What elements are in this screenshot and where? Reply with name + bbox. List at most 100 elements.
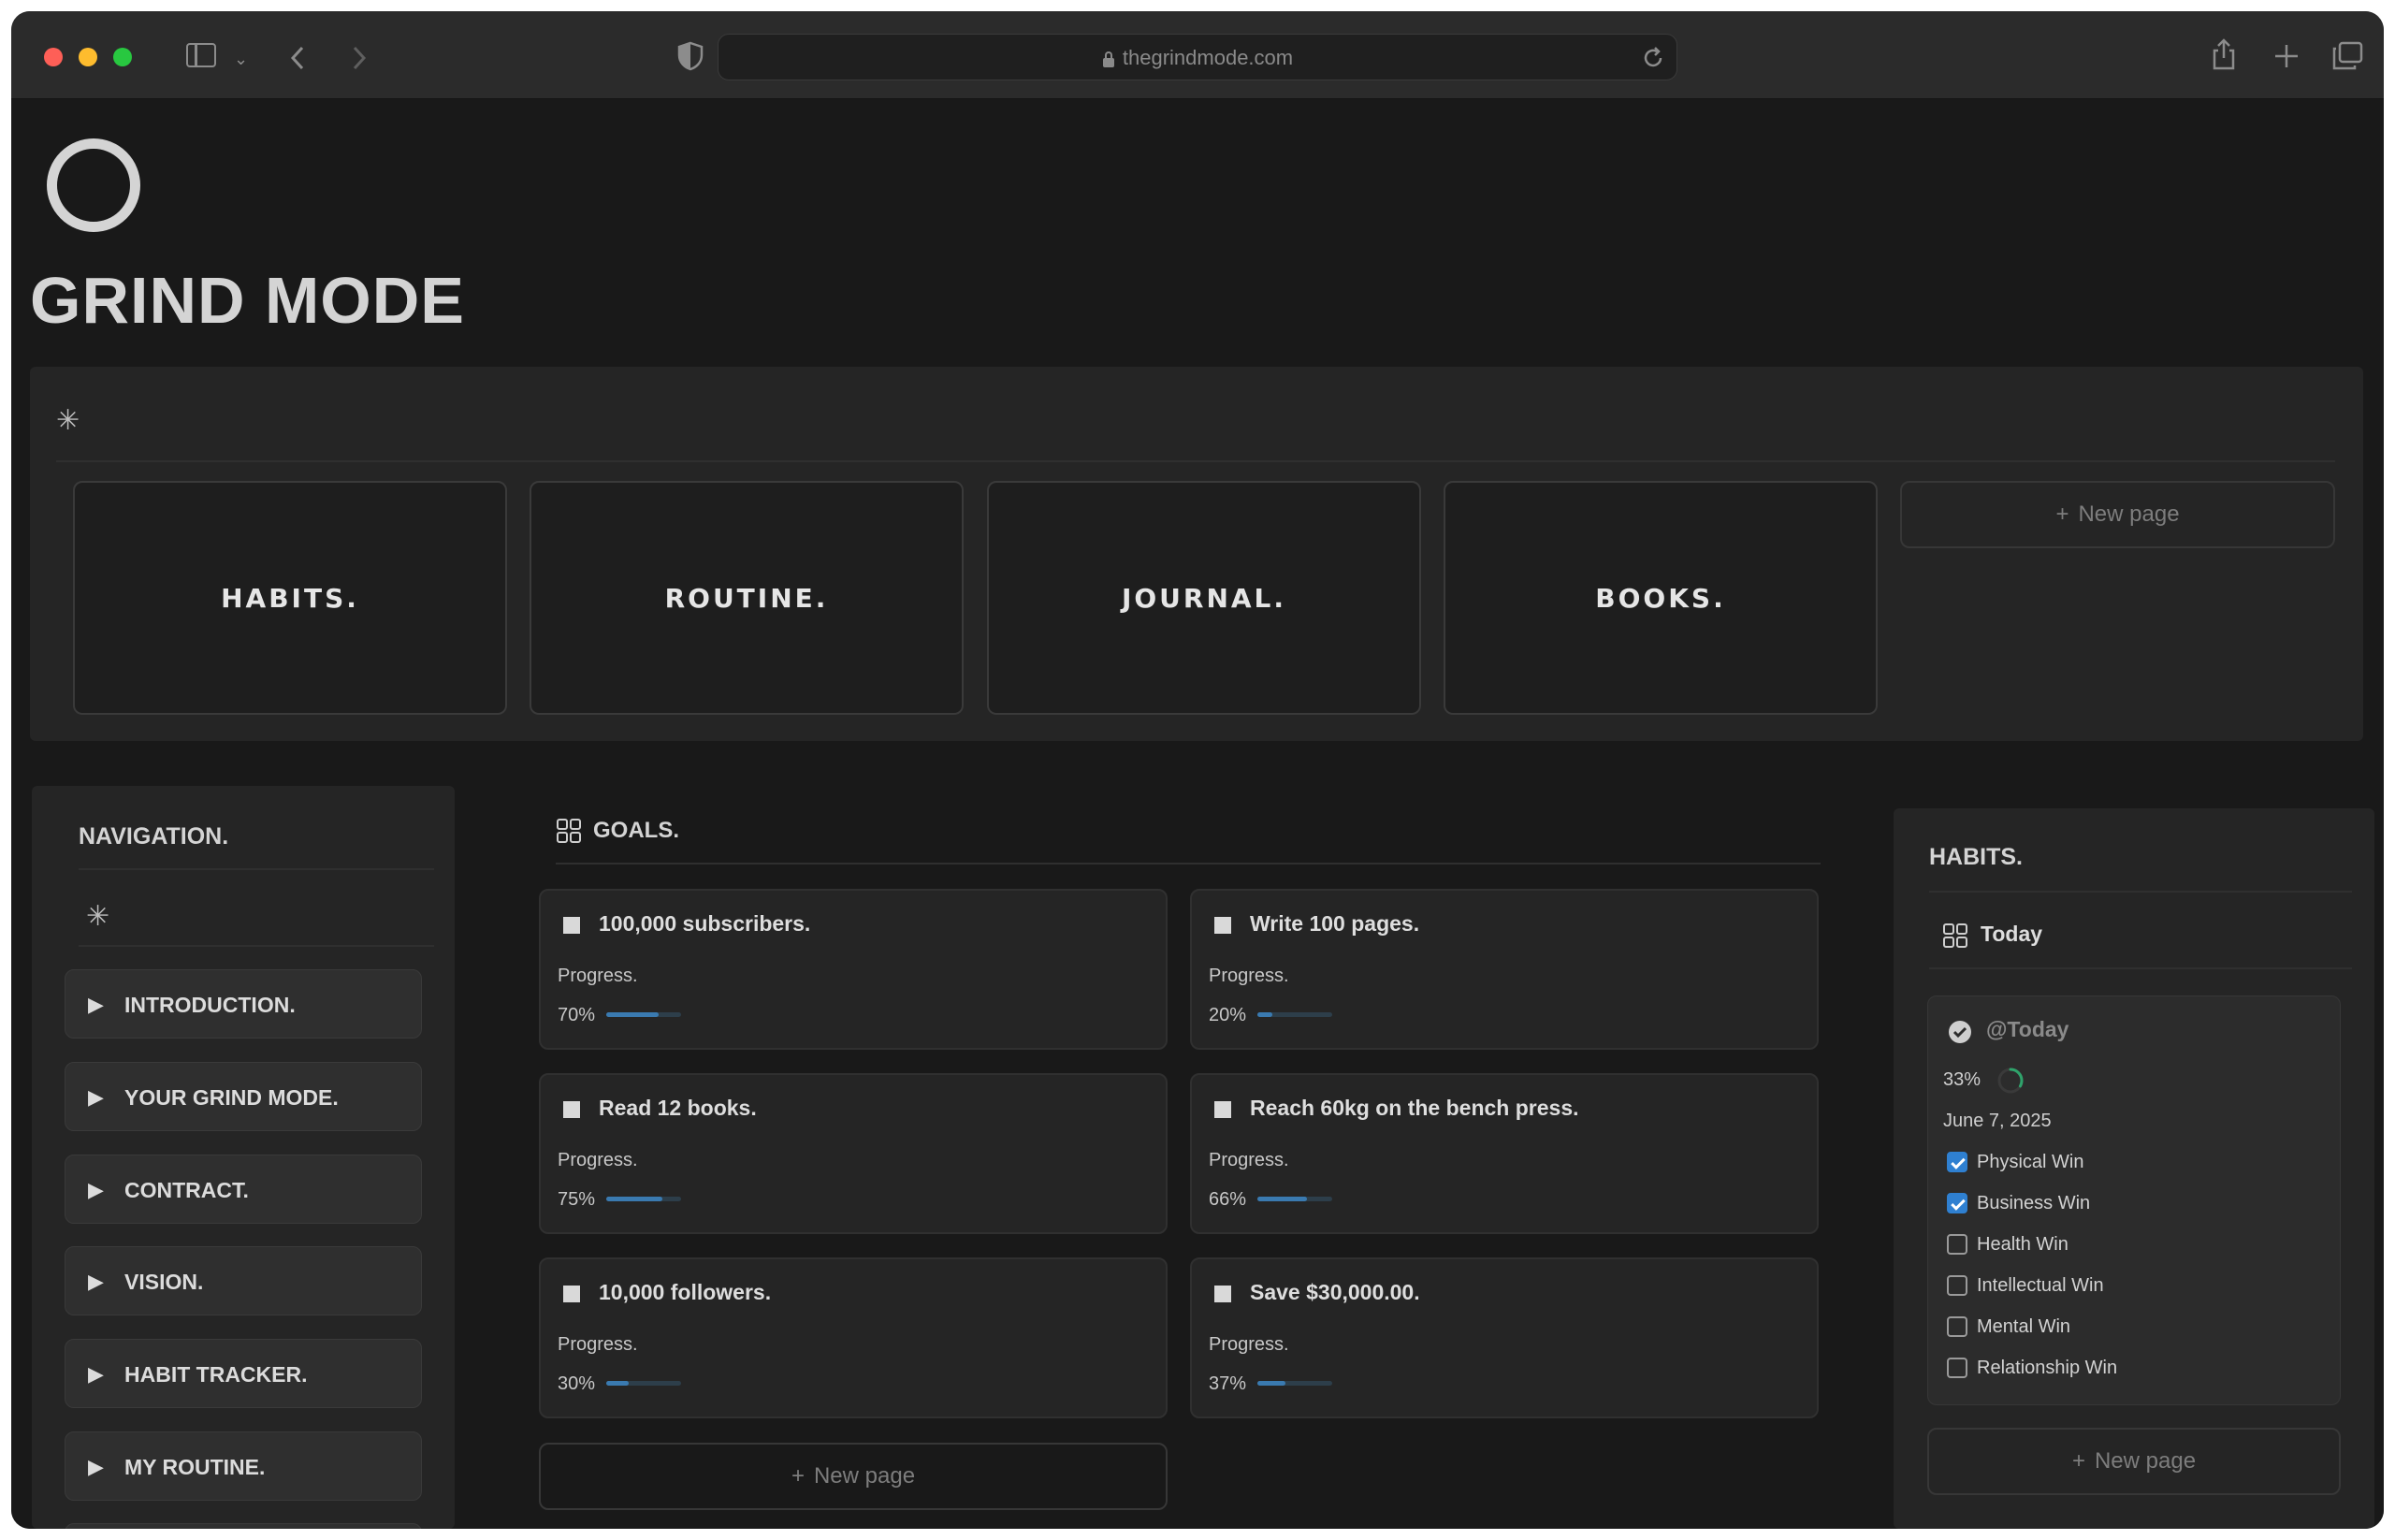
page-content: GRIND MODE ✳ HABITS. ROUTINE. JOURNAL. B… bbox=[11, 99, 2384, 1529]
goal-progress-label: Progress. bbox=[1209, 966, 1289, 986]
goal-card[interactable]: Reach 60kg on the bench press. Progress.… bbox=[1190, 1073, 1819, 1234]
habit-check-row[interactable]: Physical Win bbox=[1928, 1150, 2340, 1178]
checkbox[interactable] bbox=[1947, 1275, 1967, 1296]
progress-ring bbox=[1997, 1068, 2024, 1094]
gallery-section: ✳ HABITS. ROUTINE. JOURNAL. BOOKS. + New… bbox=[30, 367, 2363, 741]
reload-icon[interactable] bbox=[1641, 46, 1665, 70]
checkbox[interactable] bbox=[1947, 1152, 1967, 1172]
goal-progress-fill bbox=[1257, 1197, 1307, 1201]
habits-view-tab-today[interactable]: Today bbox=[1981, 922, 2042, 947]
gallery-card-books[interactable]: BOOKS. bbox=[1444, 481, 1878, 715]
nav-toggle-label: VISION. bbox=[124, 1270, 204, 1294]
checkbox[interactable] bbox=[1947, 1316, 1967, 1337]
goal-progress-bar bbox=[606, 1012, 681, 1017]
habit-date: June 7, 2025 bbox=[1943, 1111, 2052, 1131]
page-square-icon bbox=[1214, 1286, 1231, 1302]
goal-progress-label: Progress. bbox=[558, 1150, 638, 1170]
goal-percent: 20% bbox=[1209, 1005, 1247, 1025]
navigation-subdivider bbox=[79, 945, 434, 947]
goal-percent: 70% bbox=[558, 1005, 596, 1025]
gallery-new-page-button[interactable]: + New page bbox=[1900, 481, 2335, 548]
habit-check-row[interactable]: Intellectual Win bbox=[1928, 1273, 2340, 1301]
gallery-divider bbox=[56, 460, 2335, 462]
habit-check-row[interactable]: Relationship Win bbox=[1928, 1356, 2340, 1384]
goal-progress-bar bbox=[606, 1381, 681, 1386]
page-title: GRIND MODE bbox=[30, 264, 465, 337]
page-square-icon bbox=[1214, 917, 1231, 934]
habit-label: Relationship Win bbox=[1977, 1358, 2118, 1378]
nav-toggle-contract[interactable]: ▶ CONTRACT. bbox=[65, 1155, 422, 1224]
habits-view-divider bbox=[1929, 967, 2352, 969]
habit-check-row[interactable]: Business Win bbox=[1928, 1191, 2340, 1219]
goal-progress-label: Progress. bbox=[558, 1334, 638, 1355]
triangle-right-icon: ▶ bbox=[88, 1178, 104, 1201]
gallery-card-routine[interactable]: ROUTINE. bbox=[530, 481, 964, 715]
gallery-view-icon bbox=[1943, 923, 1967, 948]
goal-card[interactable]: 10,000 followers. Progress. 30% bbox=[539, 1257, 1168, 1418]
forward-arrow-icon[interactable] bbox=[350, 45, 369, 71]
nav-toggle-introduction[interactable]: ▶ INTRODUCTION. bbox=[65, 969, 422, 1039]
habit-label: Intellectual Win bbox=[1977, 1275, 2104, 1296]
back-arrow-icon[interactable] bbox=[288, 45, 307, 71]
goal-percent: 75% bbox=[558, 1189, 596, 1210]
navigation-panel: NAVIGATION. ✳ ▶ INTRODUCTION. ▶ YOUR GRI… bbox=[32, 786, 455, 1529]
plus-icon: + bbox=[2055, 501, 2069, 527]
goal-progress-label: Progress. bbox=[1209, 1150, 1289, 1170]
triangle-right-icon: ▶ bbox=[88, 1362, 104, 1386]
chevron-down-icon[interactable]: ⌄ bbox=[234, 45, 248, 73]
goal-progress-bar bbox=[1257, 1381, 1332, 1386]
goal-progress-bar bbox=[606, 1197, 681, 1201]
address-bar[interactable]: thegrindmode.com bbox=[718, 34, 1677, 80]
habit-check-row[interactable]: Health Win bbox=[1928, 1232, 2340, 1260]
nav-toggle-habit-tracker[interactable]: ▶ HABIT TRACKER. bbox=[65, 1339, 422, 1408]
minimize-window-button[interactable] bbox=[79, 48, 97, 66]
browser-toolbar: ⌄ thegrindmode.com bbox=[11, 11, 2384, 99]
plus-icon: + bbox=[791, 1463, 805, 1489]
gallery-view-icon bbox=[557, 819, 581, 843]
page-circle-icon bbox=[47, 138, 140, 232]
habits-new-page-button[interactable]: + New page bbox=[1927, 1428, 2341, 1495]
nav-toggle-your-grind-mode[interactable]: ▶ YOUR GRIND MODE. bbox=[65, 1062, 422, 1131]
habit-percent: 33% bbox=[1943, 1069, 1981, 1090]
goal-name: 100,000 subscribers. bbox=[599, 911, 811, 936]
habit-label: Mental Win bbox=[1977, 1316, 2071, 1337]
nav-toggle-partial[interactable] bbox=[65, 1523, 422, 1529]
goals-title: GOALS. bbox=[593, 818, 680, 843]
gallery-card-journal[interactable]: JOURNAL. bbox=[987, 481, 1421, 715]
privacy-shield-icon[interactable] bbox=[677, 41, 704, 71]
goal-card[interactable]: 100,000 subscribers. Progress. 70% bbox=[539, 889, 1168, 1050]
tab-overview-icon[interactable] bbox=[2331, 41, 2363, 71]
habit-check-row[interactable]: Mental Win bbox=[1928, 1315, 2340, 1343]
page-square-icon bbox=[563, 1286, 580, 1302]
nav-toggle-my-routine[interactable]: ▶ MY ROUTINE. bbox=[65, 1431, 422, 1501]
nav-toggle-vision[interactable]: ▶ VISION. bbox=[65, 1246, 422, 1315]
page-square-icon bbox=[563, 917, 580, 934]
new-tab-icon[interactable] bbox=[2273, 43, 2300, 69]
navigation-divider bbox=[79, 868, 434, 870]
goal-card[interactable]: Write 100 pages. Progress. 20% bbox=[1190, 889, 1819, 1050]
goal-name: Write 100 pages. bbox=[1250, 911, 1420, 936]
goals-new-page-button[interactable]: + New page bbox=[539, 1443, 1168, 1510]
triangle-right-icon: ▶ bbox=[88, 1085, 104, 1109]
checkbox[interactable] bbox=[1947, 1358, 1967, 1378]
zoom-window-button[interactable] bbox=[113, 48, 132, 66]
new-page-label: New page bbox=[2094, 1448, 2197, 1474]
goal-progress-fill bbox=[1257, 1381, 1285, 1386]
sidebar-toggle-icon[interactable] bbox=[186, 43, 216, 67]
gallery-card-habits[interactable]: HABITS. bbox=[73, 481, 507, 715]
goal-card[interactable]: Read 12 books. Progress. 75% bbox=[539, 1073, 1168, 1234]
goal-card[interactable]: Save $30,000.00. Progress. 37% bbox=[1190, 1257, 1819, 1418]
habit-day-card[interactable]: @Today 33% June 7, 2025 Physical Win Bus… bbox=[1927, 995, 2341, 1405]
loading-spinner-icon: ✳ bbox=[56, 405, 80, 436]
checkbox[interactable] bbox=[1947, 1234, 1967, 1255]
close-window-button[interactable] bbox=[44, 48, 63, 66]
goal-percent: 30% bbox=[558, 1373, 596, 1394]
share-icon[interactable] bbox=[2210, 37, 2238, 71]
goal-progress-fill bbox=[606, 1381, 629, 1386]
goal-name: Read 12 books. bbox=[599, 1096, 757, 1120]
checkbox[interactable] bbox=[1947, 1193, 1967, 1213]
nav-toggle-label: CONTRACT. bbox=[124, 1178, 249, 1202]
loading-spinner-icon: ✳ bbox=[86, 901, 110, 932]
goal-progress-fill bbox=[606, 1197, 662, 1201]
nav-toggle-label: YOUR GRIND MODE. bbox=[124, 1085, 339, 1110]
